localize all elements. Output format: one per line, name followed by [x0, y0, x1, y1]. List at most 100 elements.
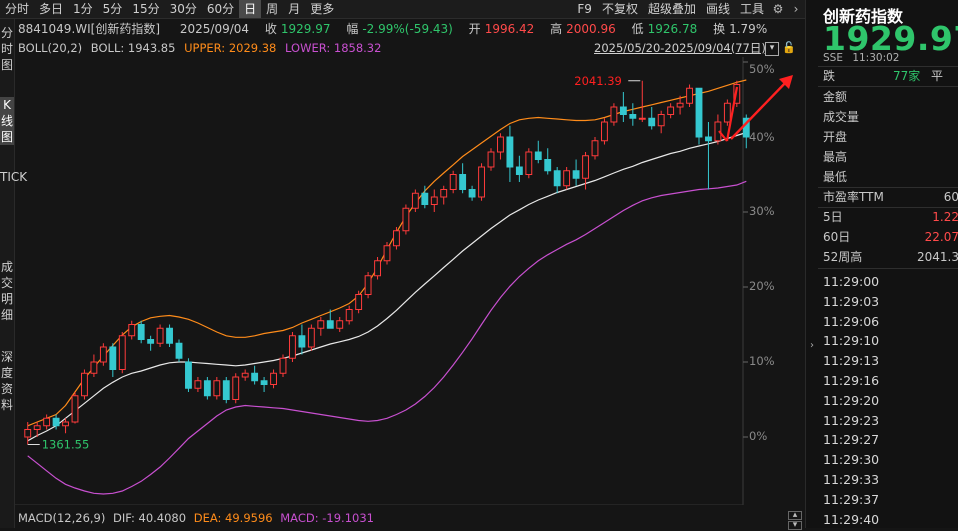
low-value: 1926.78 [647, 22, 698, 36]
sidebar-item-kline-chart[interactable]: K线图 [0, 97, 14, 145]
tab-1min[interactable]: 1分 [68, 0, 98, 18]
candle-body-up [355, 294, 363, 310]
tick-time: 11:29:06 [823, 313, 880, 329]
tick-time: 11:29:37 [823, 491, 880, 507]
dif-value: DIF: 40.4080 [113, 511, 187, 525]
candle-body-up [393, 230, 400, 247]
sidebar-item-trade-detail[interactable]: 成交明细 [0, 259, 14, 323]
sidebar-item-depth-data[interactable]: 深度资料 [0, 349, 14, 413]
tick-time: 11:29:10 [823, 333, 880, 349]
candle-body-up [667, 106, 675, 115]
candle-body-down [137, 324, 145, 340]
y-tick-10: 10% [749, 354, 775, 368]
candle-body-down [185, 361, 192, 389]
boll-lower-line [27, 180, 747, 495]
candle-body-up [232, 376, 240, 400]
tab-more[interactable]: 更多 [305, 0, 339, 18]
collapse-arrow-icon[interactable]: › [806, 340, 818, 351]
chevron-right-icon[interactable]: › [787, 0, 805, 18]
candle-body-up [279, 357, 287, 374]
tab-30min[interactable]: 30分 [165, 0, 202, 18]
candle-body-up [411, 192, 419, 209]
tick-time: 11:29:23 [823, 412, 880, 428]
candle-body-up [156, 327, 164, 344]
perf-5d-label: 5日 [823, 210, 843, 224]
candle-body-up [478, 166, 485, 198]
super-overlay-button[interactable]: 超级叠加 [643, 0, 701, 18]
scroll-up-icon[interactable]: ▴ [788, 511, 802, 520]
min-price-label: 1361.55 [42, 438, 90, 452]
lock-icon[interactable]: 🔓 [782, 41, 796, 54]
candle-body-down [629, 114, 637, 119]
draw-line-button[interactable]: 画线 [701, 0, 735, 18]
tick-time: 11:29:30 [823, 452, 880, 468]
turnover-value: 1.79% [729, 22, 768, 36]
candle-body-down [619, 106, 627, 115]
date-range[interactable]: 2025/05/20-2025/09/04(77日) [594, 40, 766, 56]
boll-label[interactable]: BOLL(20,2) [18, 41, 82, 55]
tools-button[interactable]: 工具 [735, 0, 769, 18]
quote-time: 11:30:02 [852, 52, 900, 64]
sidebar-item-tick[interactable]: TICK [0, 169, 27, 185]
tab-monthly[interactable]: 月 [283, 0, 305, 18]
close-value: 1929.97 [280, 22, 331, 36]
candle-body-up [62, 421, 69, 427]
candle-body-down [175, 342, 183, 359]
candle-body-up [345, 309, 353, 322]
f9-button[interactable]: F9 [572, 0, 597, 18]
y-tick-20: 20% [749, 279, 775, 293]
candle-body-up [374, 260, 381, 277]
perf-52w-label: 52周高 [823, 250, 863, 264]
kline-chart[interactable]: 2041.39 1361.55 [15, 57, 803, 505]
tab-60min[interactable]: 60分 [202, 0, 239, 18]
amount-row: 金额 [823, 89, 958, 105]
candle-body-up [213, 380, 221, 397]
no-adjust-button[interactable]: 不复权 [597, 0, 643, 18]
period-toolbar: 分时 多日 1分 5分 15分 30分 60分 日 周 月 更多 F9 不复权 … [0, 0, 805, 19]
candle-body-up [118, 335, 126, 370]
candle-body-up [24, 429, 32, 438]
divider [818, 66, 958, 67]
tick-time: 11:29:40 [823, 511, 880, 527]
candle-body-up [676, 102, 684, 108]
settings-icon[interactable]: ⚙ [769, 0, 787, 18]
tab-multi-day[interactable]: 多日 [34, 0, 68, 18]
candle-body-down [553, 170, 561, 187]
y-tick-30: 30% [749, 204, 775, 218]
breadth-row: 跌 77家 平 [823, 68, 958, 84]
tick-time: 11:29:00 [823, 274, 880, 289]
quote-date: 2025/09/04 [179, 22, 250, 36]
exchange-code: SSE [823, 52, 843, 64]
candle-body-up [71, 395, 79, 423]
candle-body-down [260, 380, 268, 385]
tick-time: 11:29:33 [823, 472, 880, 487]
candle-body-up [317, 320, 325, 329]
candle-body-up [449, 174, 457, 190]
tab-5min[interactable]: 5分 [98, 0, 128, 18]
tab-intraday[interactable]: 分时 [0, 0, 34, 18]
y-tick-50: 50% [749, 62, 775, 76]
range-down-icon[interactable]: ▾ [765, 42, 779, 56]
sidebar-item-intraday-chart[interactable]: 分时图 [0, 25, 14, 73]
tick-time: 11:29:13 [823, 353, 880, 369]
tab-weekly[interactable]: 周 [261, 0, 283, 18]
perf-60d-value: 22.07 [924, 230, 958, 244]
candle-body-down [705, 136, 712, 142]
perf-52w-row: 52周高 2041.3 [823, 249, 958, 265]
candle-body-down [298, 335, 306, 348]
dea-value: DEA: 49.9596 [193, 511, 273, 525]
tick-time: 11:29:03 [823, 293, 880, 309]
perf-52w-value: 2041.3 [917, 250, 958, 264]
y-tick-40: 40% [749, 130, 775, 144]
volume-row: 成交量 [823, 109, 958, 125]
macd-label[interactable]: MACD(12,26,9) [18, 511, 105, 525]
scroll-down-icon[interactable]: ▾ [788, 521, 802, 530]
quote-panel: › 创新药指数 1929.97 SSE 11:30:02 跌 77家 平 金额 … [805, 0, 958, 528]
macd-scroll-buttons: ▴ ▾ [788, 511, 802, 531]
boll-indicator-row: BOLL(20,2) BOLL: 1943.85 UPPER: 2029.38 … [18, 40, 386, 56]
tab-daily[interactable]: 日 [239, 0, 262, 18]
tab-15min[interactable]: 15分 [127, 0, 164, 18]
boll-mid-line [27, 131, 747, 442]
low-label: 低 [631, 22, 644, 36]
candle-body-down [222, 380, 230, 400]
